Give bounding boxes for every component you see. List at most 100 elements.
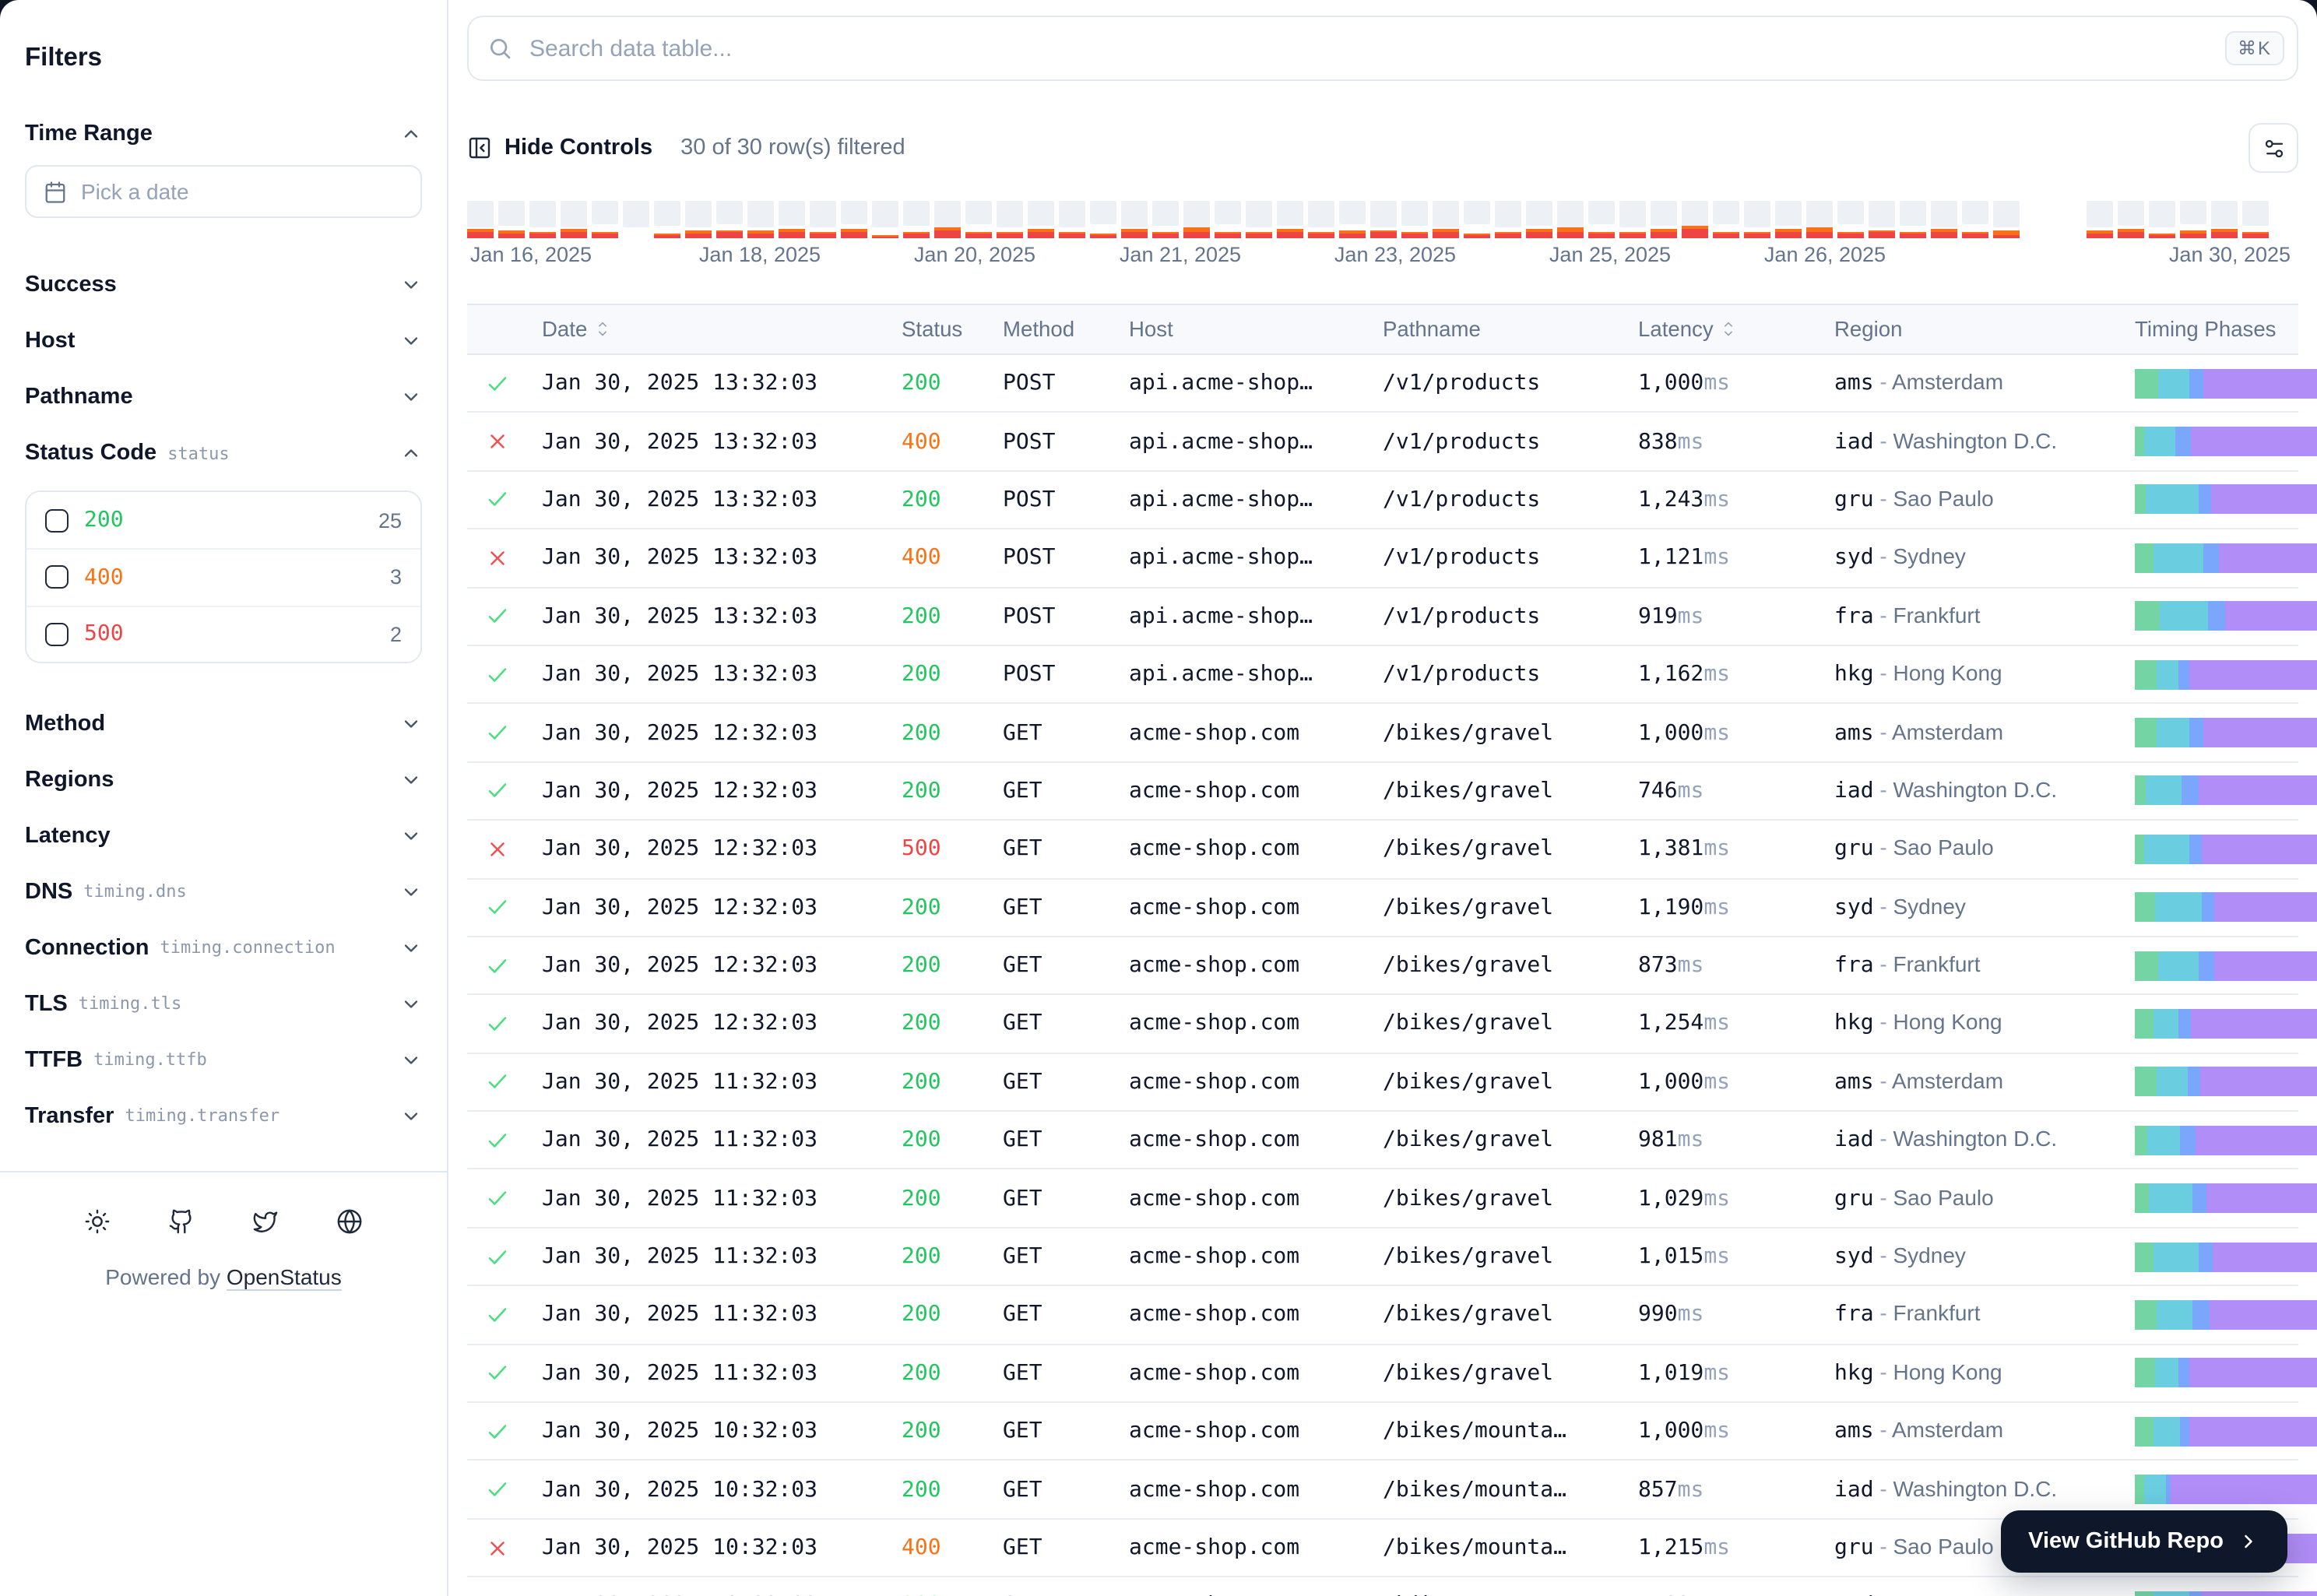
timeline-bar[interactable] — [1464, 201, 1490, 238]
timeline-bar[interactable] — [1744, 201, 1770, 238]
timeline-bar[interactable] — [2118, 201, 2144, 238]
timeline-bar[interactable] — [1962, 201, 1988, 238]
table-row[interactable]: Jan 30, 2025 13:32:03200POSTapi.acme-sho… — [467, 355, 2298, 413]
github-link[interactable] — [163, 1204, 200, 1241]
table-row[interactable]: Jan 30, 2025 13:32:03400POSTapi.acme-sho… — [467, 413, 2298, 472]
openstatus-link[interactable]: OpenStatus — [227, 1264, 342, 1289]
sidebar-section-tls[interactable]: TLStiming.tls — [25, 976, 422, 1032]
twitter-link[interactable] — [247, 1204, 284, 1241]
timeline-bar[interactable] — [1869, 201, 1895, 238]
timeline-bar[interactable] — [1837, 201, 1864, 238]
theme-toggle-button[interactable] — [79, 1204, 116, 1241]
sidebar-section-ttfb[interactable]: TTFBtiming.ttfb — [25, 1032, 422, 1088]
table-row[interactable]: Jan 30, 2025 11:32:03200GETacme-shop.com… — [467, 1229, 2298, 1287]
header-cell-latency[interactable]: Latency — [1638, 318, 1834, 341]
timeline-bar[interactable] — [1619, 201, 1646, 238]
checkbox[interactable] — [45, 622, 69, 645]
timeline-bar[interactable] — [810, 201, 836, 238]
table-row[interactable]: Jan 30, 2025 13:32:03200POSTapi.acme-sho… — [467, 646, 2298, 705]
timeline-bar[interactable] — [1277, 201, 1303, 238]
table-row[interactable]: Jan 30, 2025 10:32:03200GETacme-shop.com… — [467, 1577, 2298, 1596]
sidebar-section-regions[interactable]: Regions — [25, 752, 422, 808]
timeline-bar[interactable] — [2149, 201, 2175, 238]
timeline-bar[interactable] — [623, 201, 649, 238]
table-row[interactable]: Jan 30, 2025 12:32:03200GETacme-shop.com… — [467, 996, 2298, 1054]
timeline-bar[interactable] — [1059, 201, 1085, 238]
checkbox[interactable] — [45, 566, 69, 589]
timeline-bar[interactable] — [1121, 201, 1148, 238]
timeline-bar[interactable] — [872, 201, 898, 238]
status-option-400[interactable]: 4003 — [26, 549, 420, 606]
view-options-button[interactable] — [2248, 123, 2298, 173]
timeline-bar[interactable] — [1557, 201, 1584, 238]
table-row[interactable]: Jan 30, 2025 12:32:03200GETacme-shop.com… — [467, 937, 2298, 996]
sidebar-section-host[interactable]: Host — [25, 313, 422, 369]
timeline-bar[interactable] — [2211, 201, 2238, 238]
timeline-bar[interactable] — [1308, 201, 1334, 238]
timeline-bar[interactable] — [1806, 201, 1833, 238]
checkbox[interactable] — [45, 508, 69, 532]
table-row[interactable]: Jan 30, 2025 13:32:03200POSTapi.acme-sho… — [467, 472, 2298, 530]
sidebar-section-transfer[interactable]: Transfertiming.transfer — [25, 1088, 422, 1144]
timeline-bar[interactable] — [1588, 201, 1615, 238]
timeline-bar[interactable] — [1028, 201, 1054, 238]
timeline-bar[interactable] — [1526, 201, 1552, 238]
website-link[interactable] — [331, 1204, 368, 1241]
table-row[interactable]: Jan 30, 2025 13:32:03200POSTapi.acme-sho… — [467, 588, 2298, 646]
timeline-bar[interactable] — [2024, 201, 2051, 238]
timeline-bar[interactable] — [1993, 201, 2020, 238]
timeline-bar[interactable] — [841, 201, 867, 238]
timeline-bar[interactable] — [997, 201, 1023, 238]
timeline-bar[interactable] — [1215, 201, 1241, 238]
search-input[interactable] — [526, 33, 2211, 63]
timeline-bar[interactable] — [1651, 201, 1677, 238]
timeline-bar[interactable] — [685, 201, 712, 238]
hide-controls-button[interactable]: Hide Controls — [467, 135, 652, 160]
timeline-bar[interactable] — [1152, 201, 1179, 238]
timeline-bar[interactable] — [592, 201, 618, 238]
timeline-bar[interactable] — [1713, 201, 1739, 238]
sidebar-section-method[interactable]: Method — [25, 696, 422, 752]
sidebar-section-connection[interactable]: Connectiontiming.connection — [25, 920, 422, 976]
timeline-bar[interactable] — [1775, 201, 1802, 238]
timeline-bar[interactable] — [934, 201, 961, 238]
timeline-bar[interactable] — [1682, 201, 1708, 238]
table-row[interactable]: Jan 30, 2025 10:32:03200GETacme-shop.com… — [467, 1403, 2298, 1461]
sidebar-section-pathname[interactable]: Pathname — [25, 369, 422, 425]
sidebar-section-time-range[interactable]: Time Range — [25, 106, 422, 162]
timeline-bar[interactable] — [529, 201, 556, 238]
timeline-bar[interactable] — [2180, 201, 2206, 238]
timeline-bar[interactable] — [1401, 201, 1428, 238]
table-row[interactable]: Jan 30, 2025 12:32:03500GETacme-shop.com… — [467, 821, 2298, 879]
sidebar-section-dns[interactable]: DNStiming.dns — [25, 864, 422, 920]
date-picker-button[interactable]: Pick a date — [25, 165, 422, 218]
timeline-bar[interactable] — [1183, 201, 1210, 238]
timeline-bar[interactable] — [2242, 201, 2269, 238]
timeline-bar[interactable] — [903, 201, 930, 238]
timeline-bar[interactable] — [1900, 201, 1926, 238]
timeline-bar[interactable] — [2055, 201, 2082, 238]
timeline-bar[interactable] — [1370, 201, 1397, 238]
timeline-bar[interactable] — [747, 201, 774, 238]
timeline-bar[interactable] — [779, 201, 805, 238]
timeline-bar[interactable] — [1090, 201, 1116, 238]
timeline-bar[interactable] — [716, 201, 743, 238]
timeline-bar[interactable] — [654, 201, 680, 238]
timeline-bar[interactable] — [2087, 201, 2113, 238]
sidebar-section-latency[interactable]: Latency — [25, 808, 422, 864]
timeline-bar[interactable] — [467, 201, 494, 238]
table-row[interactable]: Jan 30, 2025 11:32:03200GETacme-shop.com… — [467, 1287, 2298, 1345]
timeline-bar[interactable] — [498, 201, 525, 238]
table-row[interactable]: Jan 30, 2025 11:32:03200GETacme-shop.com… — [467, 1053, 2298, 1112]
header-cell-date[interactable]: Date — [542, 318, 902, 341]
table-row[interactable]: Jan 30, 2025 12:32:03200GETacme-shop.com… — [467, 879, 2298, 937]
timeline-bar[interactable] — [1495, 201, 1521, 238]
timeline-bar[interactable] — [561, 201, 587, 238]
status-option-500[interactable]: 5002 — [26, 605, 420, 662]
timeline-bar[interactable] — [1339, 201, 1366, 238]
timeline-bar[interactable] — [1246, 201, 1272, 238]
timeline-bar[interactable] — [1931, 201, 1957, 238]
table-row[interactable]: Jan 30, 2025 11:32:03200GETacme-shop.com… — [467, 1345, 2298, 1403]
timeline-bar[interactable] — [1433, 201, 1459, 238]
status-option-200[interactable]: 20025 — [26, 492, 420, 549]
